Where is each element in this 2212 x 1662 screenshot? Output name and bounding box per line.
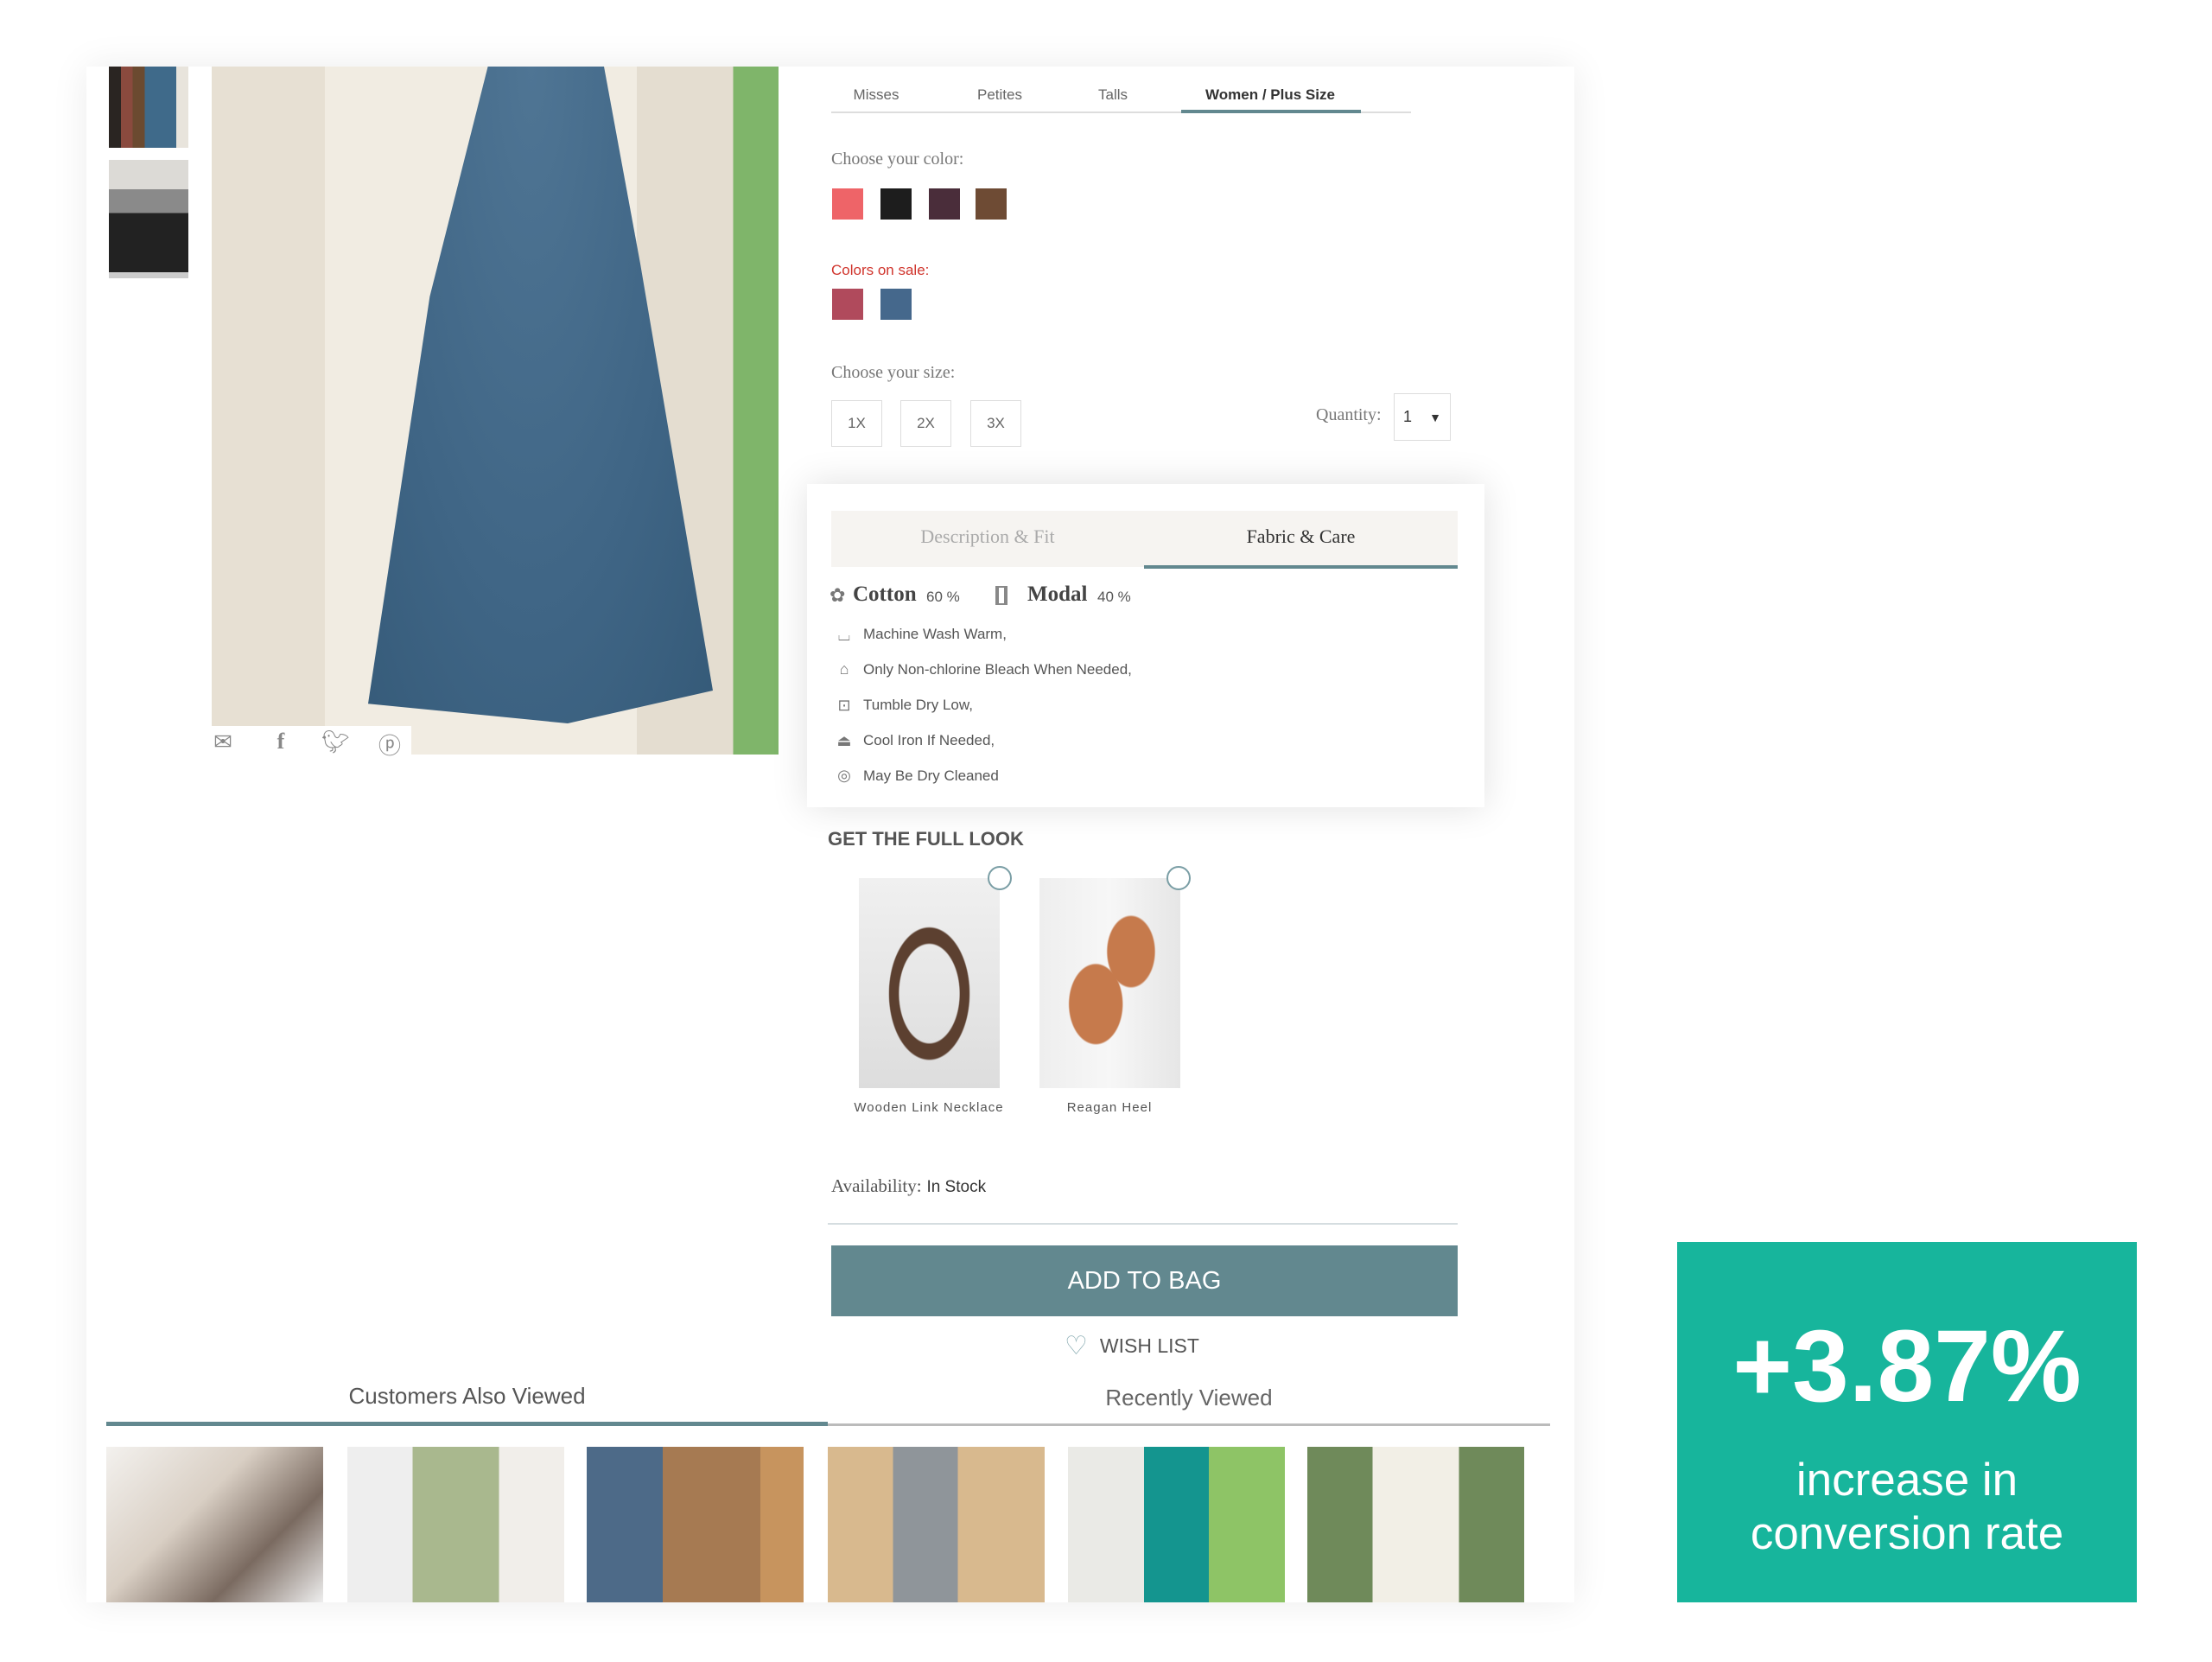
quantity-value: 1 [1403, 408, 1413, 425]
recommended-item[interactable] [347, 1447, 564, 1602]
select-necklace-radio[interactable] [988, 866, 1012, 890]
swatch-black[interactable] [880, 188, 912, 220]
thumbnail-outfit[interactable] [109, 160, 188, 278]
bleach-icon: ⌂ [839, 660, 849, 678]
heart-icon: ♡ [1065, 1332, 1088, 1360]
iron-icon: ⏏ [836, 732, 852, 749]
care-item: May Be Dry Cleaned [863, 767, 999, 784]
select-heel-radio[interactable] [1166, 866, 1191, 890]
care-item: Machine Wash Warm, [863, 626, 1007, 642]
pinterest-icon[interactable]: ⓟ [377, 729, 403, 761]
email-icon[interactable]: ✉ [210, 729, 236, 755]
swatch-sale-rose[interactable] [832, 289, 863, 320]
bottom-tab-indicator [106, 1422, 828, 1426]
tumble-dry-icon: ⊡ [837, 697, 851, 714]
fabric-cotton-pct: 60 % [926, 589, 960, 605]
tab-description-fit[interactable]: Description & Fit [831, 525, 1144, 548]
thumbnail-colors[interactable] [109, 67, 188, 148]
size-1x[interactable]: 1X [831, 400, 882, 447]
dry-clean-icon: ◎ [837, 767, 851, 784]
care-item: Tumble Dry Low, [863, 697, 973, 713]
availability-value: In Stock [926, 1178, 987, 1196]
tab-fabric-care[interactable]: Fabric & Care [1144, 525, 1458, 548]
fabric-modal-pct: 40 % [1097, 589, 1131, 605]
details-tab-indicator [1144, 565, 1458, 569]
product-name-necklace[interactable]: Wooden Link Necklace [842, 1099, 1015, 1116]
tab-petites[interactable]: Petites [977, 86, 1022, 104]
availability: Availability: In Stock [831, 1175, 986, 1197]
swatch-brown[interactable] [976, 188, 1007, 220]
quantity-label: Quantity: [1316, 405, 1382, 424]
badge-line2: conversion rate [1750, 1508, 2064, 1559]
wish-list-label: WISH LIST [1099, 1334, 1199, 1357]
tab-women-plus[interactable]: Women / Plus Size [1205, 86, 1335, 104]
fabric-cotton: Cotton [853, 583, 917, 606]
size-tab-indicator [1181, 110, 1361, 113]
add-to-bag-button[interactable]: ADD TO BAG [831, 1245, 1458, 1316]
tab-talls[interactable]: Talls [1098, 86, 1128, 104]
spool-icon [995, 586, 1007, 605]
size-3x[interactable]: 3X [970, 400, 1021, 447]
facebook-icon[interactable]: f [268, 729, 294, 755]
chevron-down-icon: ▼ [1429, 410, 1441, 424]
product-image-necklace[interactable] [859, 878, 1000, 1088]
tab-recently-viewed[interactable]: Recently Viewed [828, 1385, 1550, 1411]
product-image-heel[interactable] [1039, 878, 1180, 1088]
conversion-badge: +3.87% increase in conversion rate [1677, 1242, 2137, 1602]
recommended-item[interactable] [587, 1447, 804, 1602]
swatch-coral[interactable] [832, 188, 863, 220]
quantity-select[interactable]: 1 ▼ [1394, 393, 1451, 441]
cotton-icon: ✿ [830, 584, 846, 606]
size-2x[interactable]: 2X [900, 400, 951, 447]
twitter-icon[interactable]: 🐦︎ [321, 729, 350, 755]
recommended-item[interactable] [1307, 1447, 1524, 1602]
sale-label: Colors on sale: [831, 262, 930, 278]
availability-label: Availability: [831, 1175, 922, 1196]
tab-misses[interactable]: Misses [854, 86, 899, 104]
care-item: Cool Iron If Needed, [863, 732, 995, 748]
product-name-heel[interactable]: Reagan Heel [1023, 1099, 1196, 1116]
divider [828, 1223, 1458, 1225]
full-look-title: GET THE FULL LOOK [828, 828, 1024, 850]
size-label: Choose your size: [831, 363, 956, 382]
recommended-item[interactable] [1068, 1447, 1285, 1602]
recommended-item[interactable] [828, 1447, 1045, 1602]
badge-line1: increase in [1796, 1455, 2018, 1506]
recommended-item[interactable] [106, 1447, 323, 1602]
care-item: Only Non-chlorine Bleach When Needed, [863, 661, 1132, 678]
fabric-modal: Modal [1027, 583, 1088, 606]
swatch-sale-blue[interactable] [880, 289, 912, 320]
wish-list-button[interactable]: ♡ WISH LIST [1065, 1331, 1199, 1361]
tab-customers-also-viewed[interactable]: Customers Also Viewed [106, 1383, 828, 1410]
color-label: Choose your color: [831, 150, 964, 169]
machine-wash-icon: ⌴ [837, 627, 851, 644]
badge-value: +3.87% [1732, 1309, 2082, 1423]
swatch-plum[interactable] [929, 188, 960, 220]
